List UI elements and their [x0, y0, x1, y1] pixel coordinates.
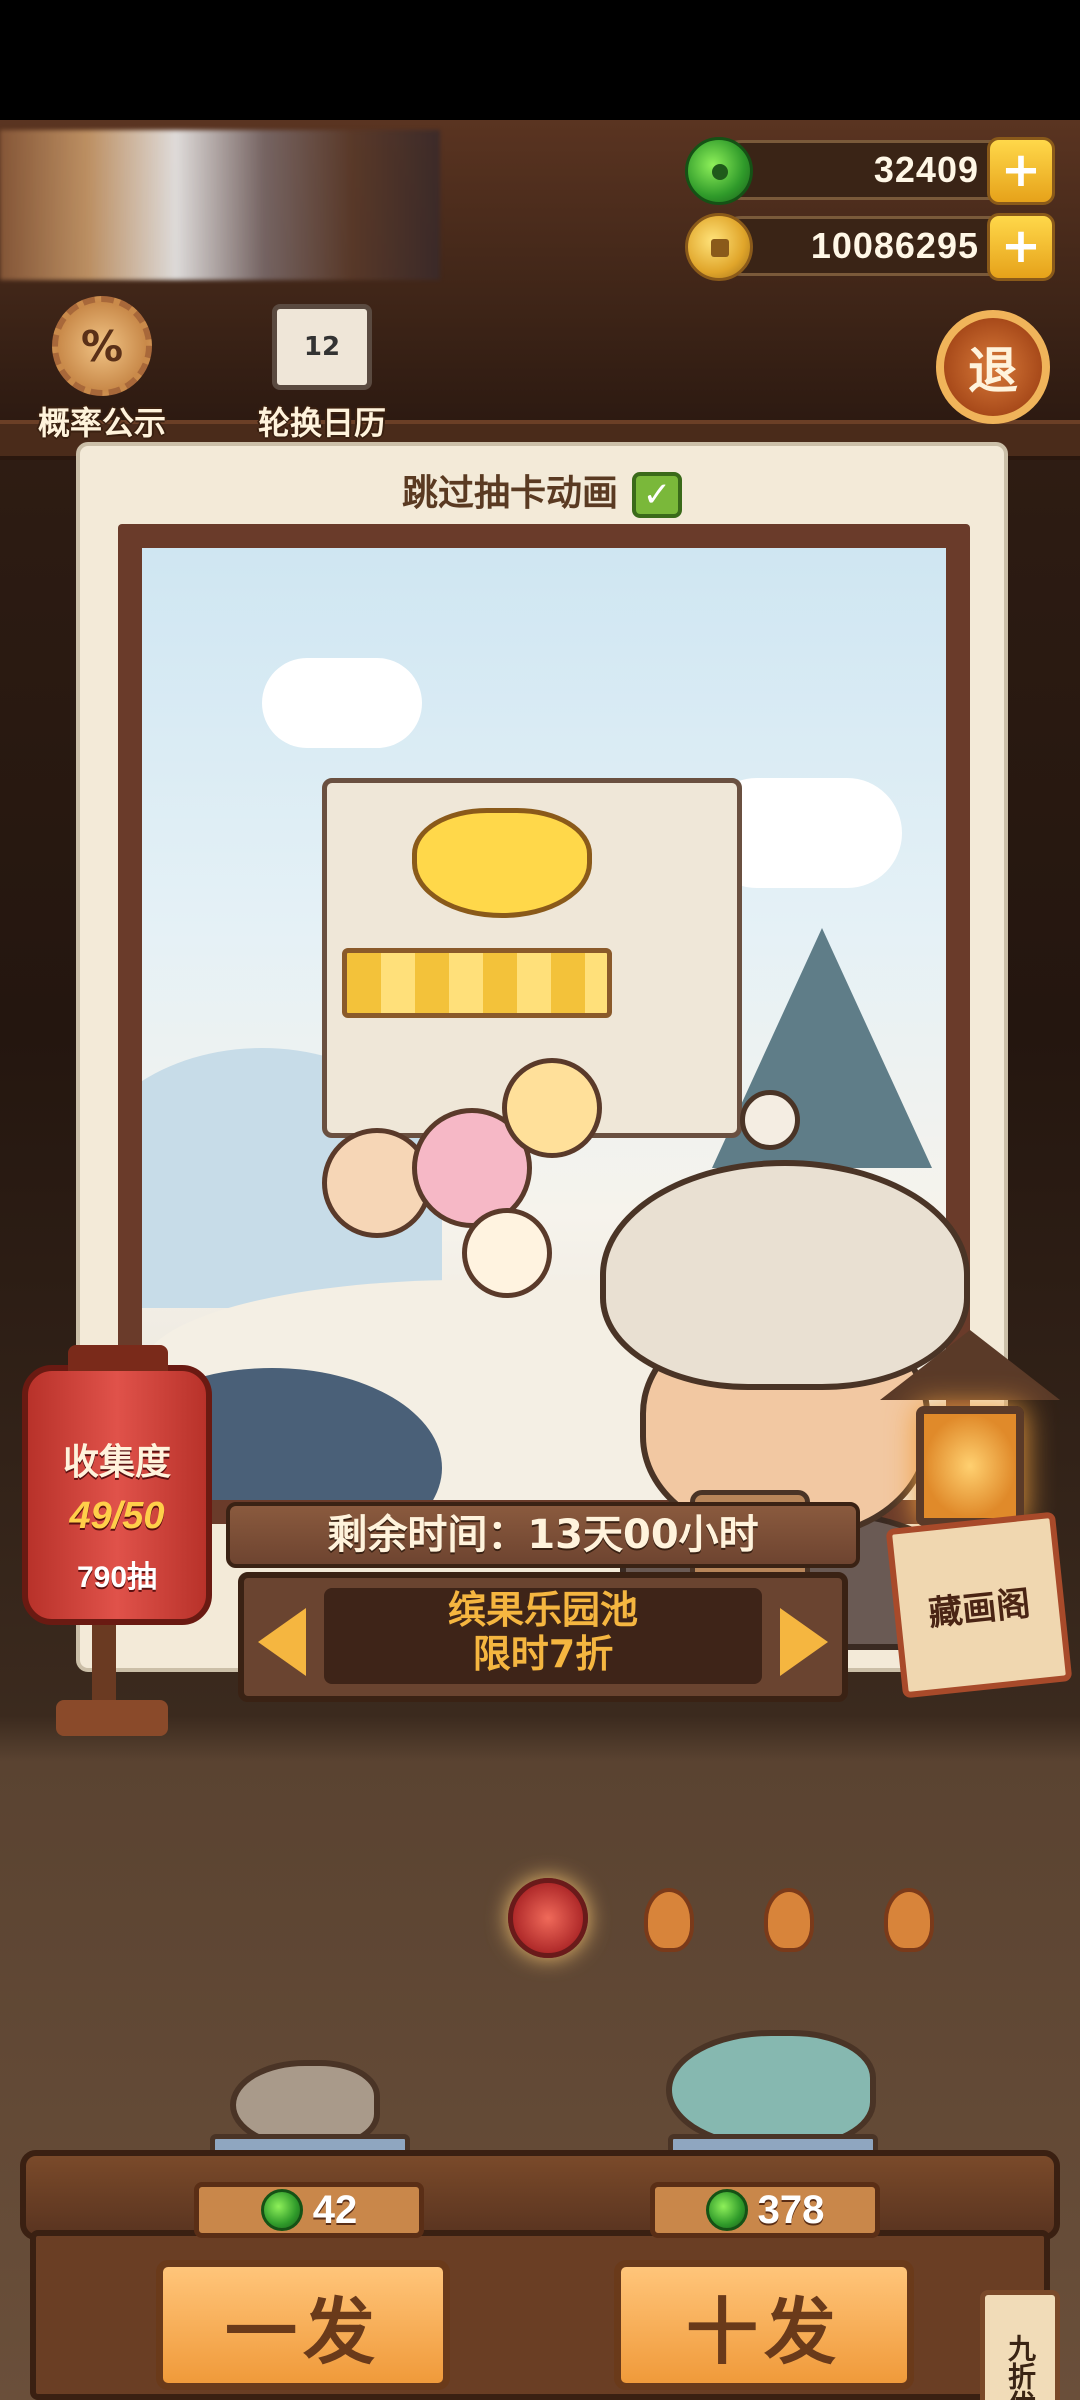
shop-awning [342, 948, 612, 1018]
pool-dot-selected[interactable] [508, 1878, 588, 1958]
calendar-icon: 12 [272, 304, 372, 390]
add-coin-button[interactable]: + [987, 213, 1055, 281]
jade-icon [705, 2189, 748, 2231]
ten-price-value: 378 [757, 2187, 825, 2232]
gallery-button[interactable]: 藏画阁 [885, 1511, 1073, 1699]
coin-value: 10086295 [810, 225, 979, 266]
collection-progress: 49/50 [69, 1495, 165, 1537]
player-name-blurred [0, 130, 440, 280]
collection-pulls: 790抽 [76, 1561, 158, 1594]
big-fish-icon [666, 2030, 876, 2150]
single-pull-price: 42 [194, 2182, 424, 2238]
add-jade-button[interactable]: + [987, 137, 1055, 205]
single-price-value: 42 [312, 2187, 358, 2232]
pool-selector: 缤果乐园池 限时7折 [238, 1572, 848, 1702]
remaining-time-banner: 剩余时间：13天00小时 [226, 1502, 860, 1568]
skip-animation-toggle[interactable]: 跳过抽卡动画 ✓ [80, 464, 1004, 518]
shrine-roof [880, 1330, 1060, 1400]
pool-discount: 限时7折 [472, 1632, 614, 1676]
hat-pompom [740, 1090, 800, 1150]
fur-hood-kid [462, 1208, 552, 1298]
cloud [262, 658, 422, 748]
calendar-label: 轮换日历 [257, 404, 386, 442]
jade-value: 32409 [873, 149, 979, 190]
next-pool-arrow-icon[interactable] [780, 1608, 828, 1676]
checkmark-icon: ✓ [632, 472, 682, 518]
ten-pull-price: 378 [650, 2182, 880, 2238]
exit-button[interactable]: 退 [936, 310, 1050, 424]
jade-icon [685, 137, 753, 205]
banana-character [412, 808, 592, 918]
lantern-base [56, 1700, 168, 1736]
collection-title: 收集度 [62, 1442, 171, 1483]
jade-icon [260, 2189, 303, 2231]
pool-dot[interactable] [884, 1888, 934, 1952]
gacha-screen: 32409 + 10086295 + % 概率公示 12 轮换日历 退 跳过抽卡… [0, 120, 1080, 2400]
pool-dot[interactable] [644, 1888, 694, 1952]
discount-tag: 九折优惠 [980, 2290, 1060, 2400]
lamp-glow [916, 1406, 1024, 1526]
blonde-girl [502, 1058, 602, 1158]
percent-gear-icon: % [52, 296, 152, 396]
coin-icon [685, 213, 753, 281]
skip-animation-label: 跳过抽卡动画 [401, 473, 618, 514]
rotation-calendar-button[interactable]: 12 轮换日历 [242, 296, 402, 444]
pool-info: 缤果乐园池 限时7折 [324, 1588, 762, 1684]
probability-button[interactable]: % 概率公示 [24, 296, 180, 444]
pool-dot[interactable] [764, 1888, 814, 1952]
probability-label: 概率公示 [37, 404, 166, 442]
collection-lantern[interactable]: 收集度 49/50 790抽 [22, 1345, 212, 1625]
lantern-pole [92, 1625, 116, 1705]
ten-pull-button[interactable]: 十发 [614, 2260, 914, 2390]
counter-top [20, 2150, 1060, 2240]
prev-pool-arrow-icon[interactable] [258, 1608, 306, 1676]
single-pull-button[interactable]: 一发 [156, 2260, 450, 2390]
pool-name: 缤果乐园池 [447, 1588, 638, 1632]
jade-currency-bar: 32409 + [685, 137, 1055, 205]
coin-currency-bar: 10086295 + [685, 213, 1055, 281]
